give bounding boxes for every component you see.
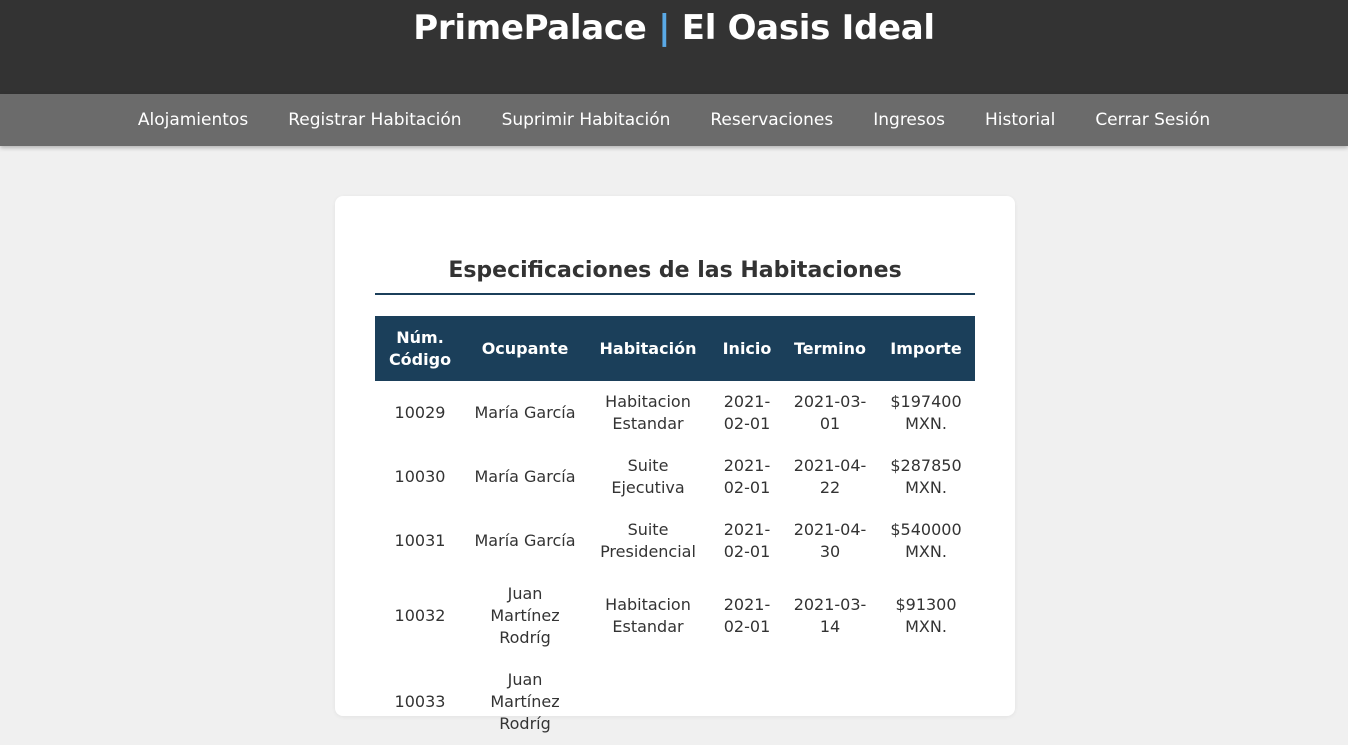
table-row: 10031 María García Suite Presidencial 20… xyxy=(375,509,975,573)
cell-ocupante: María García xyxy=(474,531,576,550)
cell-termino: 2021-03-01 xyxy=(793,392,867,433)
cell-codigo: 10030 xyxy=(394,467,446,486)
nav-ingresos[interactable]: Ingresos xyxy=(853,110,965,130)
cell-codigo: 10032 xyxy=(394,606,446,625)
table-row: 10033 Juan Martínez Rodríg xyxy=(375,659,975,745)
cell-termino: 2021-03-14 xyxy=(793,595,867,636)
brand-name: PrimePalace xyxy=(413,8,647,48)
cell-codigo: 10033 xyxy=(394,692,446,711)
col-header-importe: Importe xyxy=(877,316,975,381)
cell-inicio xyxy=(711,659,783,745)
col-header-inicio: Inicio xyxy=(711,316,783,381)
nav-suprimir-habitacion[interactable]: Suprimir Habitación xyxy=(482,110,691,130)
cell-ocupante: Juan Martínez Rodríg xyxy=(490,670,560,733)
nav-reservaciones[interactable]: Reservaciones xyxy=(690,110,853,130)
cell-importe xyxy=(877,659,975,745)
table-row: 10032 Juan Martínez Rodríg Habitacion Es… xyxy=(375,573,975,659)
site-title: PrimePalace | El Oasis Ideal xyxy=(0,0,1348,56)
cell-ocupante: María García xyxy=(474,467,576,486)
cell-importe: $91300 MXN. xyxy=(895,595,957,636)
cell-habitacion: Habitacion Estandar xyxy=(605,595,691,636)
nav-registrar-habitacion[interactable]: Registrar Habitación xyxy=(268,110,481,130)
col-header-ocupante: Ocupante xyxy=(465,316,585,381)
cell-inicio: 2021-02-01 xyxy=(723,456,771,497)
rooms-card: Especificaciones de las Habitaciones Núm… xyxy=(335,196,1015,733)
cell-ocupante: Juan Martínez Rodríg xyxy=(490,584,560,647)
cell-codigo: 10029 xyxy=(394,403,446,422)
cell-importe: $287850 MXN. xyxy=(890,456,962,497)
col-header-termino: Termino xyxy=(783,316,877,381)
nav-cerrar-sesion[interactable]: Cerrar Sesión xyxy=(1075,110,1230,130)
site-header: PrimePalace | El Oasis Ideal xyxy=(0,0,1348,94)
cell-termino: 2021-04-22 xyxy=(793,456,867,497)
title-separator: | xyxy=(658,8,671,48)
cell-habitacion: Suite Ejecutiva xyxy=(611,456,685,497)
cell-habitacion: Habitacion Estandar xyxy=(605,392,691,433)
table-row: 10030 María García Suite Ejecutiva 2021-… xyxy=(375,445,975,509)
cell-codigo: 10031 xyxy=(394,531,446,550)
nav-alojamientos[interactable]: Alojamientos xyxy=(118,110,268,130)
cell-inicio: 2021-02-01 xyxy=(723,520,771,561)
cell-ocupante: María García xyxy=(474,403,576,422)
col-header-codigo: Núm. Código xyxy=(375,316,465,381)
cell-inicio: 2021-02-01 xyxy=(723,595,771,636)
cell-importe: $197400 MXN. xyxy=(890,392,962,433)
card-title: Especificaciones de las Habitaciones xyxy=(375,258,975,295)
cell-termino: 2021-04-30 xyxy=(793,520,867,561)
cell-importe: $540000 MXN. xyxy=(890,520,962,561)
cell-habitacion: Suite Presidencial xyxy=(600,520,696,561)
table-header-row: Núm. Código Ocupante Habitación Inicio T… xyxy=(375,316,975,381)
rooms-table: Núm. Código Ocupante Habitación Inicio T… xyxy=(375,316,975,745)
table-row: 10029 María García Habitacion Estandar 2… xyxy=(375,381,975,445)
main-nav: Alojamientos Registrar Habitación Suprim… xyxy=(0,94,1348,146)
col-header-habitacion: Habitación xyxy=(585,316,711,381)
cell-inicio: 2021-02-01 xyxy=(723,392,771,433)
cell-habitacion xyxy=(585,659,711,745)
cell-termino xyxy=(783,659,877,745)
nav-historial[interactable]: Historial xyxy=(965,110,1075,130)
brand-tagline: El Oasis Ideal xyxy=(681,8,935,48)
